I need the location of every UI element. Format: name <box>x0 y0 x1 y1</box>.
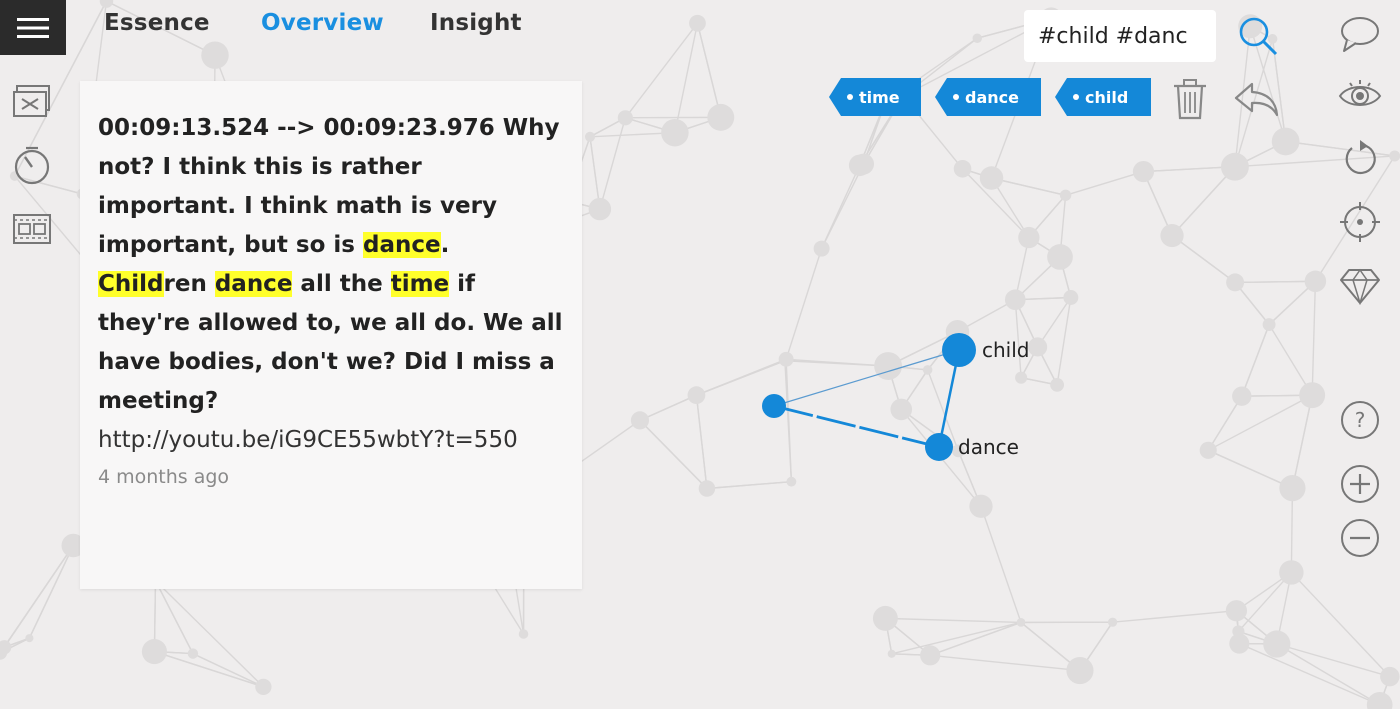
highlighted-keyword: dance <box>363 232 441 258</box>
highlighted-keyword: Child <box>98 271 164 297</box>
text-run: ren <box>163 271 215 297</box>
transcript-text: 00:09:13.524 --> 00:09:23.976 Why not? I… <box>98 109 564 421</box>
text-run: . <box>440 232 450 258</box>
graph-edge <box>773 404 940 449</box>
highlighted-keyword: dance <box>214 271 293 297</box>
graph-edge <box>773 349 960 407</box>
graph-node-unlabeled[interactable] <box>762 394 786 418</box>
graph-node-label-child: child <box>982 338 1030 362</box>
transcript-timecode: 00:09:13.524 --> 00:09:23.976 <box>98 115 495 141</box>
graph-node-child[interactable] <box>942 333 976 367</box>
highlighted-keyword: time <box>390 271 450 297</box>
transcript-card: 00:09:13.524 --> 00:09:23.976 Why not? I… <box>80 81 582 589</box>
video-link[interactable]: http://youtu.be/iG9CE55wbtY?t=550 <box>98 421 564 460</box>
post-timestamp: 4 months ago <box>98 466 230 488</box>
graph-node-label-dance: dance <box>958 435 1019 459</box>
graph-node-dance[interactable] <box>925 433 953 461</box>
text-run: all the <box>292 271 391 297</box>
